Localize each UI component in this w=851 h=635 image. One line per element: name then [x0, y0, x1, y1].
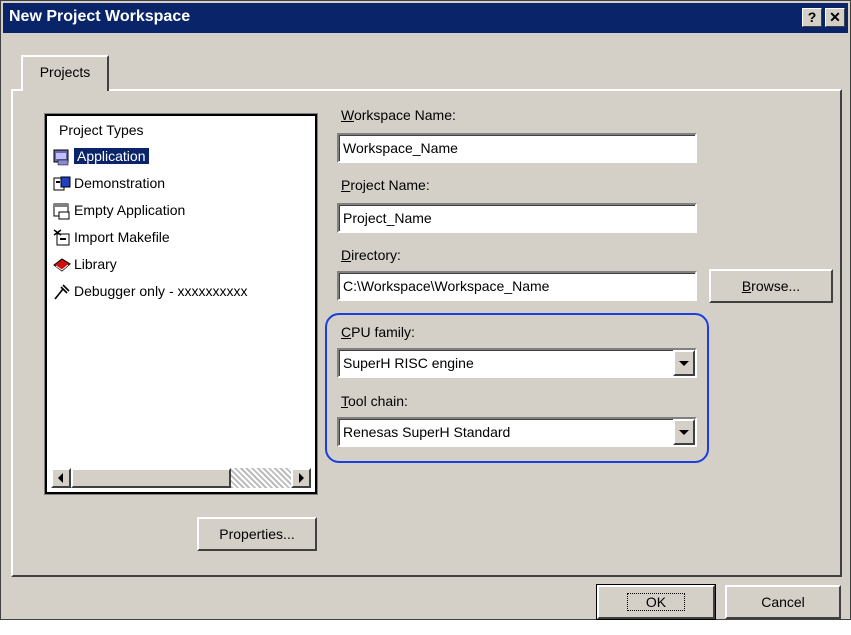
list-item-empty-application[interactable]: Empty Application — [53, 198, 185, 222]
list-item-label: Empty Application — [74, 202, 186, 218]
list-item-import-makefile[interactable]: Import Makefile — [53, 225, 170, 249]
list-item-label: Debugger only - xxxxxxxxxx — [74, 283, 248, 299]
empty-application-icon — [53, 203, 70, 220]
cpu-toolchain-highlight — [325, 313, 709, 463]
list-item-label: Application — [74, 148, 149, 164]
ok-button-label: OK — [626, 593, 686, 611]
directory-input[interactable]: C:\Workspace\Workspace_Name — [337, 271, 697, 301]
close-button[interactable]: ✕ — [825, 8, 845, 27]
library-icon — [53, 258, 71, 272]
workspace-name-input[interactable]: Workspace_Name — [337, 133, 697, 163]
workspace-name-label: Workspace Name: — [341, 107, 456, 123]
browse-button[interactable]: Browse... — [709, 269, 833, 303]
debugger-icon — [54, 284, 70, 300]
import-makefile-icon — [53, 229, 70, 246]
list-item-demonstration[interactable]: Demonstration — [53, 171, 165, 195]
title-bar: New Project Workspace ? ✕ — [3, 3, 848, 33]
list-item-label: Demonstration — [74, 175, 166, 191]
arrow-left-icon — [58, 473, 63, 483]
list-item-label: Library — [74, 256, 117, 272]
window-title: New Project Workspace — [9, 8, 191, 25]
tab-projects[interactable]: Projects — [21, 55, 109, 91]
list-item-label: Import Makefile — [74, 229, 170, 245]
project-types-header: Project Types — [59, 122, 144, 138]
help-button[interactable]: ? — [802, 8, 822, 27]
directory-label: Directory: — [341, 247, 401, 263]
list-item-debugger-only[interactable]: Debugger only - xxxxxxxxxx — [53, 279, 248, 303]
arrow-right-icon — [299, 473, 304, 483]
cancel-button[interactable]: Cancel — [725, 585, 841, 619]
list-item-library[interactable]: Library — [53, 252, 117, 276]
new-project-workspace-dialog: New Project Workspace ? ✕ Projects Proje… — [0, 0, 851, 620]
application-icon — [53, 149, 69, 166]
project-types-list[interactable]: Project Types Application Demonstration … — [45, 114, 317, 494]
demonstration-icon — [53, 176, 71, 191]
list-item-application[interactable]: Application — [53, 144, 149, 168]
ok-button[interactable]: OK — [597, 585, 715, 619]
scroll-right-button[interactable] — [291, 468, 311, 488]
scroll-track[interactable] — [231, 468, 291, 488]
properties-button[interactable]: Properties... — [197, 517, 317, 551]
project-name-label: Project Name: — [341, 177, 430, 193]
project-name-input[interactable]: Project_Name — [337, 203, 697, 233]
horizontal-scrollbar[interactable] — [51, 468, 311, 488]
scroll-left-button[interactable] — [51, 468, 71, 488]
scroll-thumb[interactable] — [71, 468, 231, 488]
